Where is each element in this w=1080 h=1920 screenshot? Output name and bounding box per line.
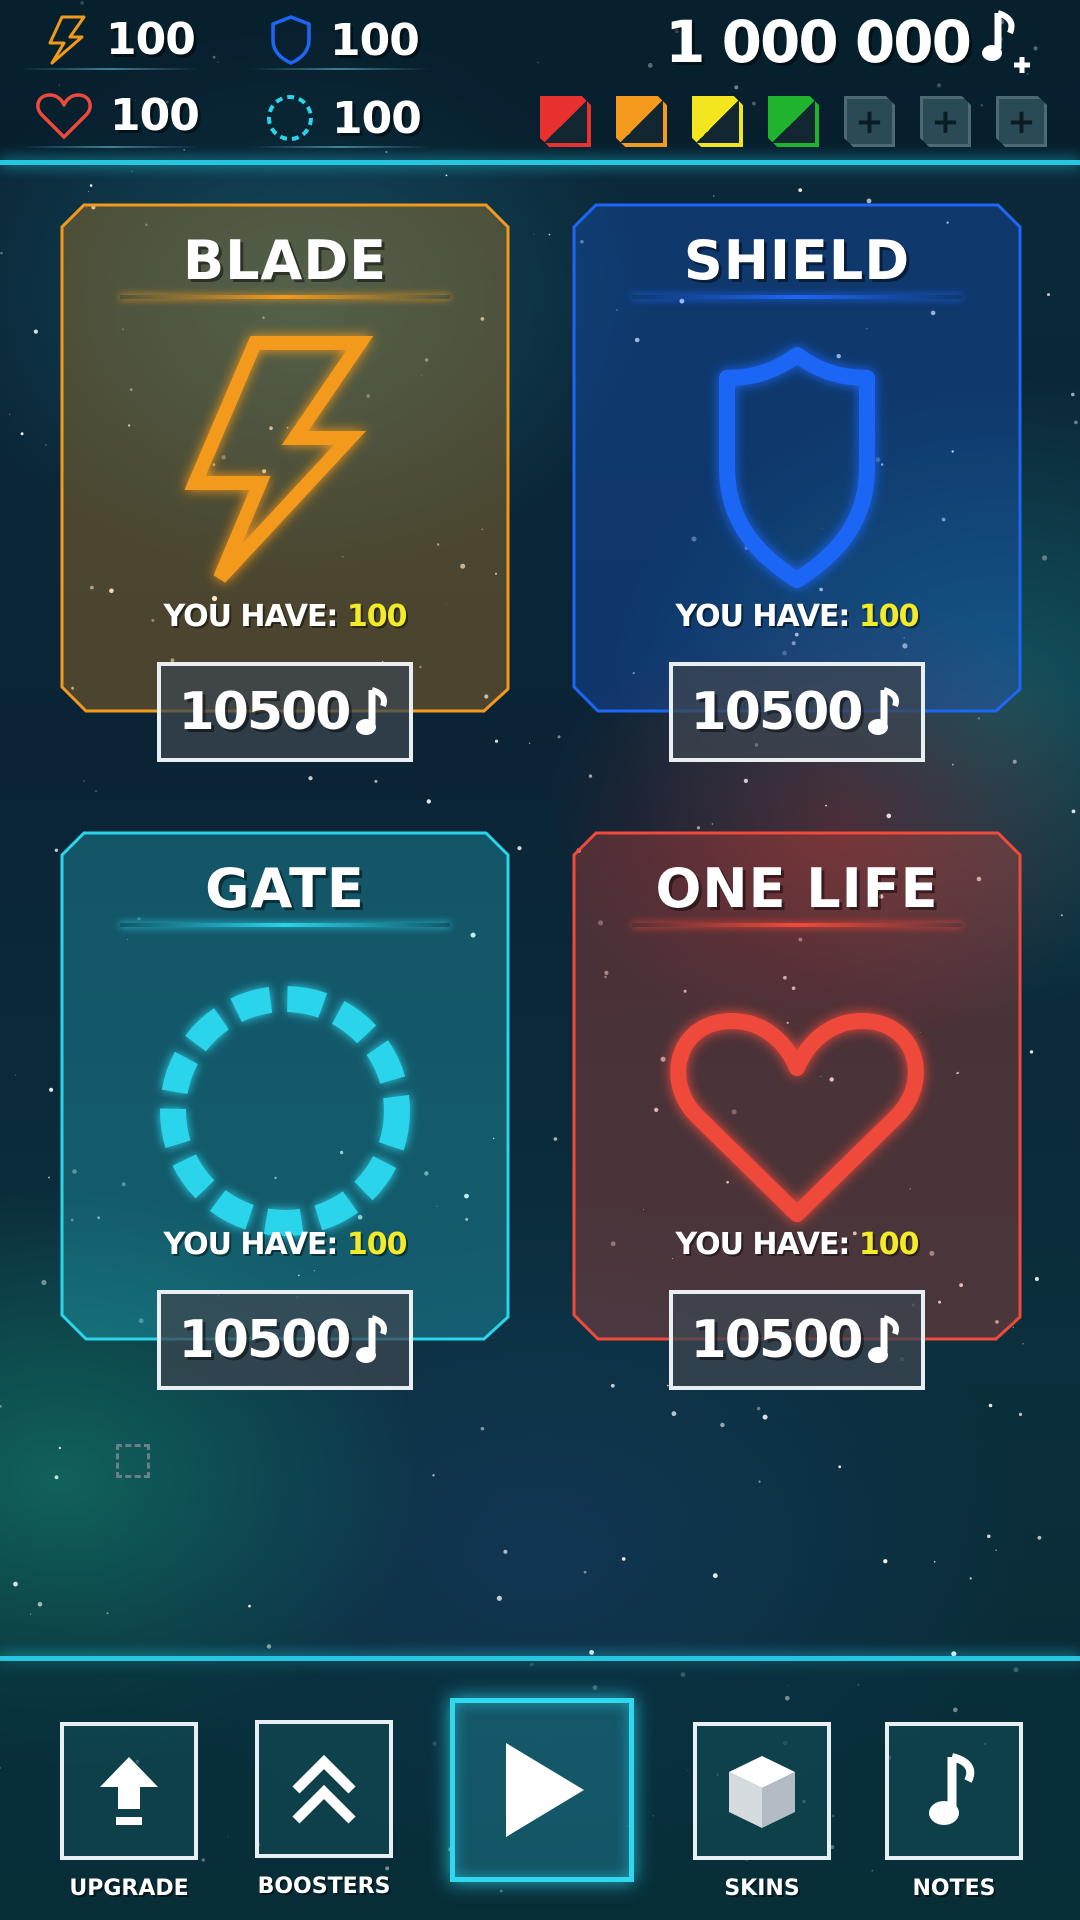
title-underline [632, 295, 962, 299]
skins-button[interactable] [693, 1722, 831, 1860]
owned-value: 100 [858, 599, 920, 634]
selection-marker-icon [116, 1444, 150, 1478]
boosters-button[interactable] [255, 1720, 393, 1858]
music-note-icon [868, 1315, 900, 1363]
heart-icon [36, 92, 92, 139]
lightning-icon [48, 15, 86, 64]
one-life-count-value: 100 [110, 90, 200, 141]
owned-label: YOU HAVE: [675, 1227, 850, 1262]
price-value: 10500 [690, 682, 864, 742]
card-title: ONE LIFE [655, 857, 939, 920]
owned-count: YOU HAVE: 100 [572, 599, 1022, 634]
owned-value: 100 [346, 599, 408, 634]
price-value: 10500 [178, 682, 352, 742]
blade-count-value: 100 [106, 14, 196, 65]
color-slot[interactable] [768, 96, 819, 147]
music-note-icon [356, 687, 388, 735]
add-slot-button[interactable]: + [920, 96, 971, 147]
shield-icon [271, 15, 311, 65]
owned-label: YOU HAVE: [163, 599, 338, 634]
color-slot[interactable] [540, 96, 591, 147]
gate-ring-icon [267, 95, 313, 141]
title-underline [120, 295, 450, 299]
add-slot-button[interactable]: + [996, 96, 1047, 147]
skins-label: SKINS [724, 1876, 800, 1901]
one-life-booster-card[interactable]: ONE LIFE YOU HAVE: 100 [572, 831, 1022, 1341]
owned-label: YOU HAVE: [675, 599, 850, 634]
music-note-icon [868, 687, 900, 735]
gate-count-value: 100 [332, 92, 422, 144]
double-chevron-up-icon [292, 1754, 356, 1824]
stat-divider [20, 146, 200, 148]
title-underline [120, 923, 450, 927]
play-button[interactable] [450, 1698, 634, 1882]
color-slot[interactable] [616, 96, 667, 147]
blade-buy-button[interactable]: 10500 [157, 662, 413, 762]
price-value: 10500 [690, 1310, 864, 1370]
color-slot[interactable] [692, 96, 743, 147]
color-slots: + + + [540, 96, 1047, 147]
shield-count-stat: 100 [268, 14, 420, 66]
title-underline [632, 923, 962, 927]
owned-count: YOU HAVE: 100 [572, 1227, 1022, 1262]
blade-booster-card[interactable]: BLADE YOU HAVE: 100 [60, 203, 510, 713]
upload-arrow-icon [100, 1757, 158, 1825]
owned-label: YOU HAVE: [163, 1227, 338, 1262]
shield-count-value: 100 [330, 14, 420, 66]
one-life-buy-button[interactable]: 10500 [669, 1290, 925, 1390]
shield-buy-button[interactable]: 10500 [669, 662, 925, 762]
music-note-icon [356, 1315, 388, 1363]
card-title: SHIELD [683, 229, 911, 292]
plus-icon: + [855, 101, 884, 142]
note-plus-icon[interactable] [980, 9, 1036, 75]
stat-divider [250, 68, 430, 70]
notes-button[interactable] [885, 1722, 1023, 1860]
music-note-icon [929, 1753, 975, 1825]
coin-balance[interactable]: 1 000 000 [665, 8, 1036, 76]
lightning-icon [135, 318, 435, 618]
add-slot-button[interactable]: + [844, 96, 895, 147]
gate-booster-card[interactable]: GATE YOU HAVE: 100 [60, 831, 510, 1341]
boosters-label: BOOSTERS [257, 1874, 391, 1899]
plus-icon: + [931, 101, 960, 142]
upgrade-button[interactable] [60, 1722, 198, 1860]
cube-icon [729, 1756, 795, 1828]
hud-divider [0, 160, 1080, 165]
stat-divider [20, 68, 200, 70]
blade-count-stat: 100 [42, 14, 196, 65]
play-icon [506, 1743, 584, 1837]
price-value: 10500 [178, 1310, 352, 1370]
shield-icon [647, 318, 947, 618]
heart-icon [647, 946, 947, 1246]
card-title: GATE [205, 857, 365, 920]
owned-count: YOU HAVE: 100 [60, 1227, 510, 1262]
top-hud: 100 100 100 100 1 000 000 + + + [0, 0, 1080, 165]
plus-icon: + [1007, 101, 1036, 142]
one-life-count-stat: 100 [34, 90, 200, 141]
gate-count-stat: 100 [264, 92, 422, 144]
card-title: BLADE [182, 229, 388, 292]
owned-value: 100 [346, 1227, 408, 1262]
owned-value: 100 [858, 1227, 920, 1262]
upgrade-label: UPGRADE [69, 1876, 189, 1901]
coin-balance-value: 1 000 000 [665, 8, 972, 76]
owned-count: YOU HAVE: 100 [60, 599, 510, 634]
shield-booster-card[interactable]: SHIELD YOU HAVE: 100 [572, 203, 1022, 713]
gate-buy-button[interactable]: 10500 [157, 1290, 413, 1390]
notes-label: NOTES [912, 1876, 996, 1901]
gate-ring-icon [135, 946, 435, 1246]
stat-divider [250, 146, 430, 148]
